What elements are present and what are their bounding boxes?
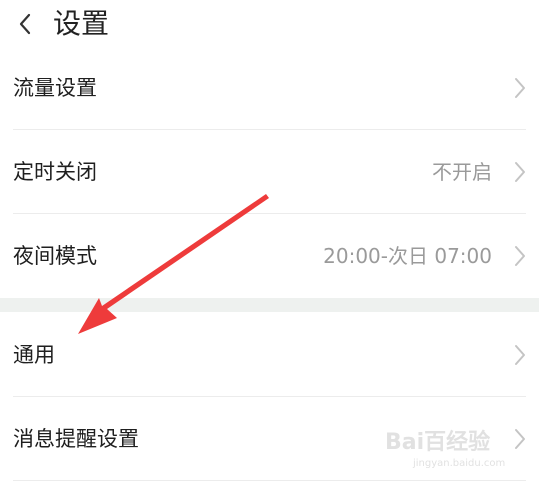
settings-item-label: 定时关闭 [13,160,97,184]
settings-page: 设置 流量设置 定时关闭 不开启 夜间模式 20:00-次日 07:00 通用 [0,0,539,484]
chevron-right-icon [515,345,525,365]
settings-item-label: 消息提醒设置 [13,427,139,451]
settings-item-value: 不开启 [432,160,492,184]
chevron-right-icon [515,429,525,449]
section-separator [0,298,539,312]
settings-item-traffic[interactable]: 流量设置 [0,46,539,130]
settings-item-label: 流量设置 [13,76,97,100]
settings-item-label: 夜间模式 [13,244,97,268]
chevron-left-icon [19,13,31,35]
back-button[interactable] [10,6,40,42]
header-bar: 设置 [0,0,539,50]
watermark-logo: Bai百经验 jingyan.baidu.com [385,420,515,476]
row-divider [13,480,526,481]
settings-item-general[interactable]: 通用 [0,313,539,397]
settings-item-timer-close[interactable]: 定时关闭 不开启 [0,130,539,214]
chevron-right-icon [515,246,525,266]
watermark-text: Bai百经验 [385,430,491,455]
settings-item-night-mode[interactable]: 夜间模式 20:00-次日 07:00 [0,214,539,298]
chevron-right-icon [515,78,525,98]
settings-item-value: 20:00-次日 07:00 [323,244,492,268]
chevron-right-icon [515,162,525,182]
settings-item-label: 通用 [13,343,55,367]
page-title: 设置 [53,7,110,40]
watermark-url: jingyan.baidu.com [413,458,506,469]
